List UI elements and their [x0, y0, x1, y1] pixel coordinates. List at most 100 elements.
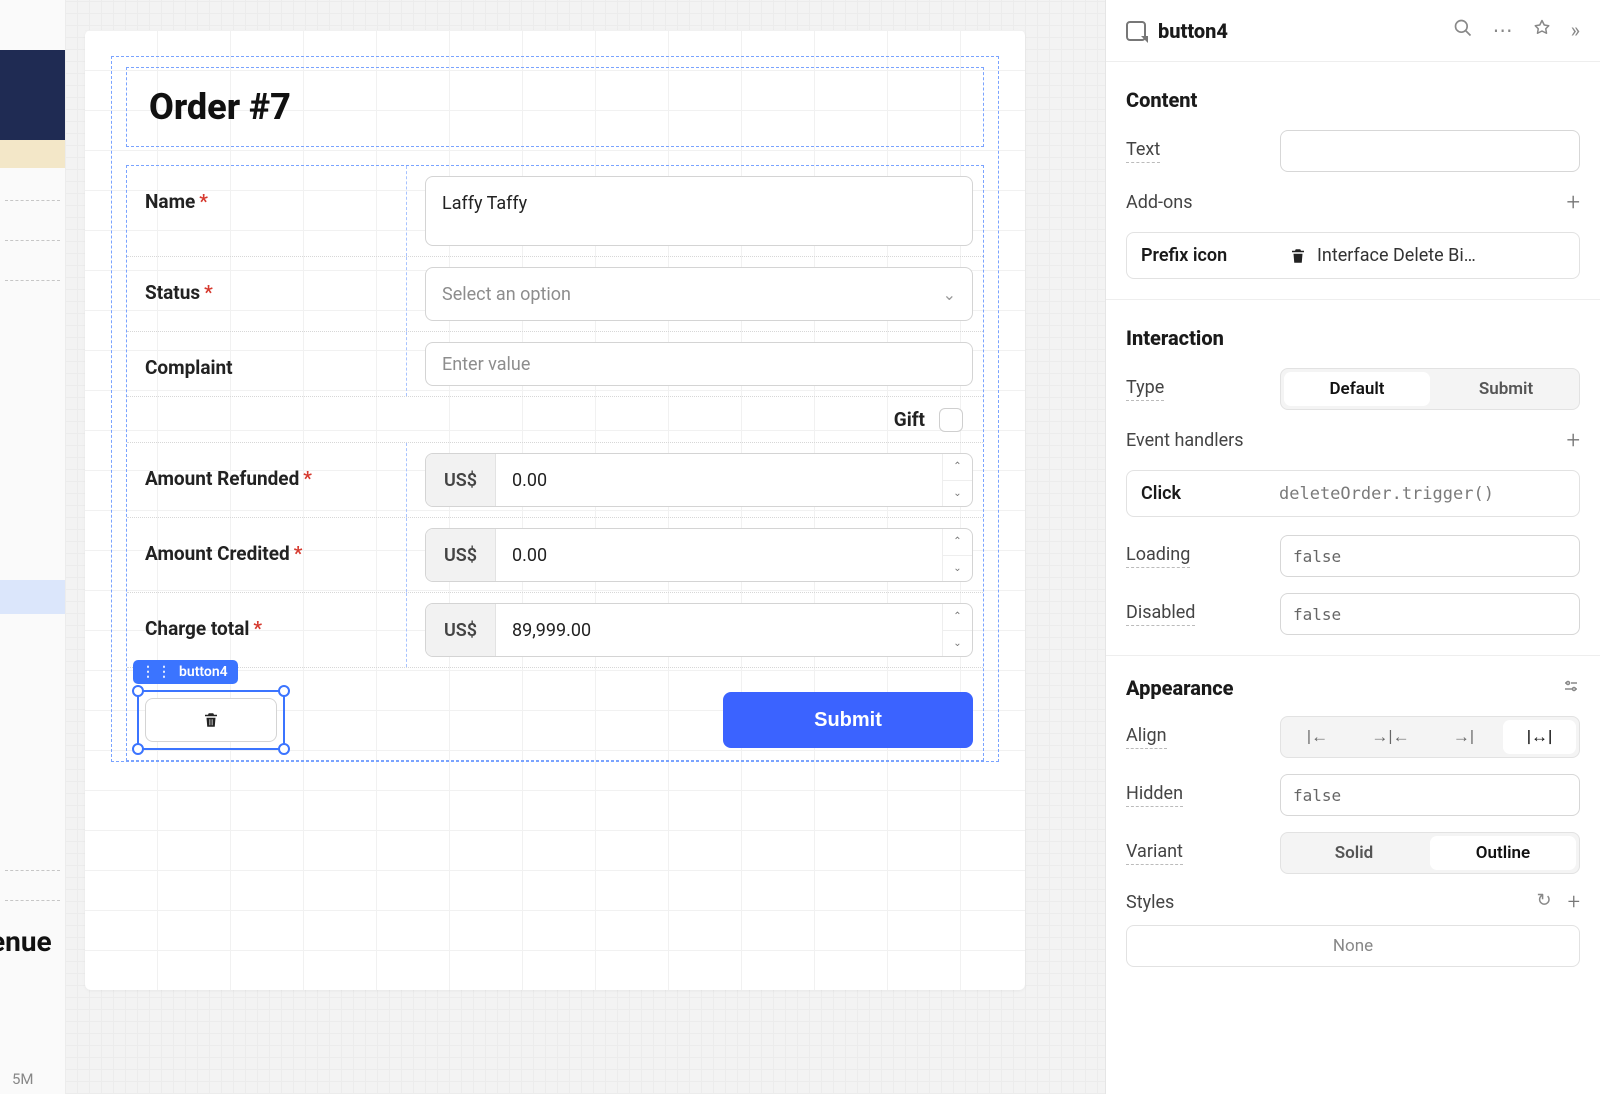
row-gift: Gift: [127, 397, 983, 443]
status-select[interactable]: Select an option ⌄: [425, 267, 973, 321]
prop-hidden-label: Hidden: [1126, 783, 1183, 807]
prop-event-handlers-label: Event handlers: [1126, 430, 1244, 451]
type-option-submit[interactable]: Submit: [1433, 369, 1579, 409]
complaint-input[interactable]: Enter value: [425, 342, 973, 386]
required-asterisk: *: [294, 542, 303, 565]
row-complaint: Complaint Enter value: [127, 332, 983, 397]
bg-line: [5, 240, 60, 241]
settings-icon[interactable]: [1562, 677, 1580, 700]
selected-component[interactable]: ⋮⋮ button4: [137, 690, 285, 750]
addon-prefix-icon[interactable]: Prefix icon Interface Delete Bi…: [1126, 232, 1580, 279]
row-charge-total: Charge total* US$ 89,999.00 ⌃⌄: [127, 593, 983, 668]
required-asterisk: *: [199, 190, 208, 213]
form-title-container: Order #7: [126, 67, 984, 147]
selection-outline[interactable]: [137, 690, 285, 750]
chevron-down-icon[interactable]: ⌄: [943, 631, 972, 657]
resize-handle[interactable]: [132, 743, 144, 755]
currency-prefix: US$: [426, 454, 496, 506]
pin-icon[interactable]: [1533, 18, 1551, 43]
prop-align-label: Align: [1126, 725, 1167, 749]
charge-total-value[interactable]: 89,999.00: [496, 620, 942, 641]
chevron-up-icon[interactable]: ⌃: [943, 604, 972, 631]
add-addon-button[interactable]: +: [1566, 188, 1580, 216]
inspector-title[interactable]: button4: [1158, 19, 1228, 43]
prop-type-label: Type: [1126, 377, 1164, 401]
align-right-icon[interactable]: →|: [1427, 717, 1500, 757]
gift-checkbox[interactable]: [939, 408, 963, 432]
chevron-down-icon[interactable]: ⌄: [943, 481, 972, 507]
add-style-button[interactable]: +: [1568, 890, 1580, 915]
bg-text: enue: [0, 925, 52, 958]
amount-refunded-input[interactable]: US$ 0.00 ⌃⌄: [425, 453, 973, 507]
required-asterisk: *: [204, 281, 213, 304]
prop-text-label: Text: [1126, 139, 1160, 163]
required-asterisk: *: [303, 467, 312, 490]
bg-line: [5, 200, 60, 201]
type-segmented-control[interactable]: Default Submit: [1280, 368, 1580, 410]
type-option-default[interactable]: Default: [1284, 372, 1430, 406]
selection-tag[interactable]: ⋮⋮ button4: [133, 660, 238, 684]
inspector-body: Content Text Add-ons + Prefix icon Inter…: [1106, 62, 1600, 1094]
prop-hidden-input[interactable]: [1280, 774, 1580, 816]
row-status: Status* Select an option ⌄: [127, 257, 983, 332]
amount-refunded-value[interactable]: 0.00: [496, 470, 942, 491]
label-amount-credited: Amount Credited*: [127, 518, 407, 592]
variant-option-solid[interactable]: Solid: [1281, 833, 1427, 873]
variant-segmented-control[interactable]: Solid Outline: [1280, 832, 1580, 874]
styles-none[interactable]: None: [1126, 925, 1580, 967]
canvas[interactable]: Order #7 Name* Laffy Taffy Status*: [65, 0, 1105, 1094]
bg-selected-row: [0, 580, 65, 614]
prop-disabled-input[interactable]: [1280, 593, 1580, 635]
row-name: Name* Laffy Taffy: [127, 166, 983, 257]
resize-handle[interactable]: [132, 685, 144, 697]
stepper[interactable]: ⌃⌄: [942, 454, 972, 506]
chevron-down-icon: ⌄: [943, 285, 956, 304]
search-icon[interactable]: [1453, 18, 1473, 43]
bg-line: [5, 900, 60, 901]
prop-text-input[interactable]: [1280, 130, 1580, 172]
prop-loading-input[interactable]: [1280, 535, 1580, 577]
stepper[interactable]: ⌃⌄: [942, 529, 972, 581]
resize-handle[interactable]: [278, 685, 290, 697]
chevron-up-icon[interactable]: ⌃: [943, 529, 972, 556]
add-event-handler-button[interactable]: +: [1566, 426, 1580, 454]
inspector-header: button4 ⋯ »: [1106, 0, 1600, 62]
prop-loading-label: Loading: [1126, 544, 1190, 568]
reset-icon[interactable]: ↻: [1536, 890, 1551, 915]
addon-value: Interface Delete Bi…: [1317, 245, 1476, 266]
selection-tag-label: button4: [179, 664, 228, 680]
label-amount-refunded: Amount Refunded*: [127, 443, 407, 517]
drag-handle-icon[interactable]: ⋮⋮: [141, 664, 173, 680]
amount-credited-value[interactable]: 0.00: [496, 545, 942, 566]
delete-button[interactable]: [145, 698, 277, 742]
stepper[interactable]: ⌃⌄: [942, 604, 972, 656]
variant-option-outline[interactable]: Outline: [1430, 836, 1576, 870]
expand-icon[interactable]: »: [1571, 18, 1580, 43]
inspector-panel: button4 ⋯ » Content Text Add-ons + Prefi…: [1105, 0, 1600, 1094]
chevron-down-icon[interactable]: ⌄: [943, 556, 972, 582]
name-input[interactable]: Laffy Taffy: [425, 176, 973, 246]
amount-credited-input[interactable]: US$ 0.00 ⌃⌄: [425, 528, 973, 582]
trash-icon: [202, 711, 220, 729]
charge-total-input[interactable]: US$ 89,999.00 ⌃⌄: [425, 603, 973, 657]
form-outline: Order #7 Name* Laffy Taffy Status*: [111, 56, 999, 762]
align-stretch-icon[interactable]: |↔|: [1503, 720, 1576, 754]
event-code: deleteOrder.trigger(): [1279, 484, 1565, 504]
align-center-icon[interactable]: →|←: [1354, 717, 1427, 757]
prop-styles-label: Styles: [1126, 892, 1174, 913]
chevron-up-icon[interactable]: ⌃: [943, 454, 972, 481]
resize-handle[interactable]: [278, 743, 290, 755]
row-actions: ⋮⋮ button4: [127, 668, 983, 760]
form-fields: Name* Laffy Taffy Status* Select an opti: [126, 165, 984, 761]
form-title: Order #7: [149, 86, 961, 128]
section-appearance-title: Appearance: [1126, 676, 1233, 700]
bg-line: [5, 870, 60, 871]
more-icon[interactable]: ⋯: [1493, 18, 1513, 43]
event-handler-row[interactable]: Click deleteOrder.trigger(): [1126, 470, 1580, 517]
currency-prefix: US$: [426, 529, 496, 581]
label-name: Name*: [127, 166, 407, 256]
align-segmented-control[interactable]: |← →|← →| |↔|: [1280, 716, 1580, 758]
submit-button[interactable]: Submit: [723, 692, 973, 748]
align-left-icon[interactable]: |←: [1281, 717, 1354, 757]
trash-icon: [1289, 247, 1307, 265]
